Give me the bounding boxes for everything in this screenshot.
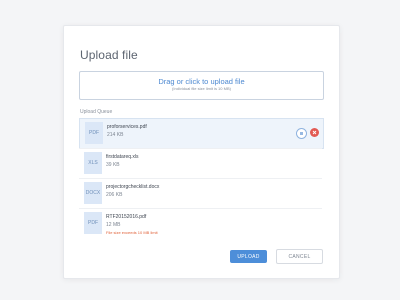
- cancel-button[interactable]: CANCEL: [276, 249, 323, 264]
- edit-button[interactable]: [296, 128, 307, 139]
- upload-queue-list: PDF proforservices.pdf 214 KB XLS firstd…: [79, 118, 324, 238]
- file-name: RTF20152016.pdf: [106, 214, 147, 220]
- file-name: proforservices.pdf: [107, 124, 147, 130]
- close-icon: [312, 130, 317, 135]
- upload-dialog: Upload file Drag or click to upload file…: [63, 25, 340, 279]
- docx-file-icon: DOCX: [84, 182, 102, 204]
- file-name: projectorgchecklist.docx: [106, 184, 160, 190]
- dropzone-size-hint: (Individual file size limit is 10 MB): [172, 86, 231, 91]
- upload-dropzone[interactable]: Drag or click to upload file (Individual…: [79, 71, 324, 100]
- dropzone-label: Drag or click to upload file: [158, 77, 245, 86]
- file-size: 39 KB: [106, 162, 120, 168]
- queue-item[interactable]: DOCX projectorgchecklist.docx 206 KB: [79, 178, 322, 208]
- xls-file-icon: XLS: [84, 152, 102, 174]
- file-size: 206 KB: [106, 192, 123, 198]
- file-name: firstdatareq.xls: [106, 154, 139, 160]
- file-size: 12 MB: [106, 222, 121, 228]
- queue-item[interactable]: PDF RTF20152016.pdf 12 MB File size exce…: [79, 208, 322, 238]
- dialog-title: Upload file: [80, 48, 138, 62]
- pdf-file-icon: PDF: [85, 122, 103, 144]
- file-error-message: File size exceeds 10 MB limit: [106, 230, 158, 235]
- queue-item[interactable]: PDF proforservices.pdf 214 KB: [79, 118, 324, 149]
- upload-button[interactable]: UPLOAD: [230, 250, 267, 263]
- list-icon: [300, 132, 303, 135]
- remove-file-button[interactable]: [310, 128, 319, 137]
- upload-queue-label: Upload Queue: [80, 109, 113, 115]
- file-size: 214 KB: [107, 132, 124, 138]
- pdf-file-icon: PDF: [84, 212, 102, 234]
- queue-item[interactable]: XLS firstdatareq.xls 39 KB: [79, 148, 322, 178]
